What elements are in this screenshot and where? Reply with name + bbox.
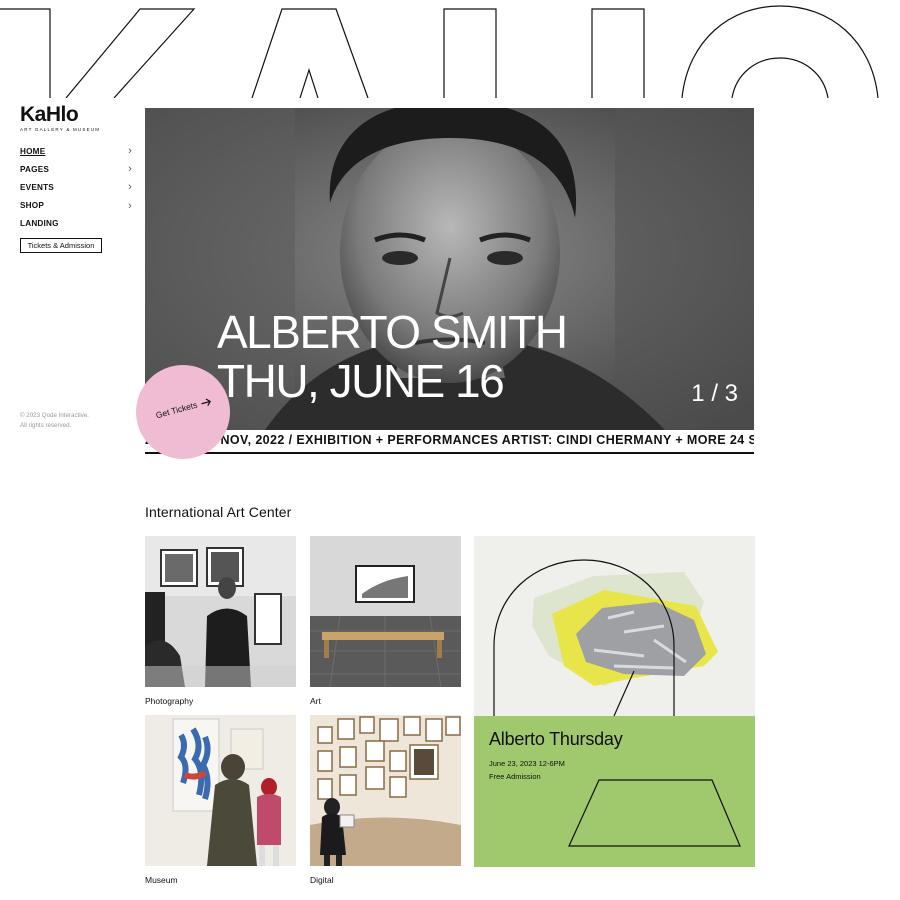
featured-event-title: Alberto Thursday (489, 729, 623, 749)
card-caption: Digital (310, 875, 334, 885)
get-tickets-label: Get Tickets (154, 399, 199, 421)
hero-slider[interactable]: ALBERTO SMITH THU, JUNE 16 1 / 3 (145, 108, 754, 430)
card-image (310, 715, 461, 866)
ticker-text: 24 SEP - 04 NOV, 2022 / EXHIBITION + PER… (145, 433, 754, 447)
nav-item-pages[interactable]: PAGES › (20, 160, 132, 178)
nav-item-home[interactable]: HOME › (20, 142, 132, 160)
featured-event-date: June 23, 2023 12-6PM (489, 759, 565, 768)
chevron-right-icon: › (128, 199, 132, 212)
featured-event-admission: Free Admission (489, 772, 541, 781)
nav-item-label: SHOP (20, 201, 45, 211)
category-card-museum[interactable]: Museum (145, 715, 296, 885)
category-card-art[interactable]: Art (310, 536, 461, 706)
nav-item-label: PAGES (20, 164, 50, 174)
section-title: International Art Center (145, 504, 292, 520)
tickets-admission-button[interactable]: Tickets & Admission (20, 238, 102, 253)
category-card-photography[interactable]: Photography (145, 536, 296, 706)
arrow-right-icon (200, 398, 211, 406)
nav-item-shop[interactable]: SHOP › (20, 197, 132, 215)
copyright: © 2023 Qode Interactive. All rights rese… (20, 411, 130, 430)
category-card-digital[interactable]: Digital (310, 715, 461, 885)
card-image (310, 536, 461, 687)
hero-title-line: THU, JUNE 16 (217, 355, 505, 407)
card-image (145, 536, 296, 687)
chevron-right-icon: › (128, 145, 132, 158)
hero-title-line: ALBERTO SMITH (217, 306, 568, 358)
copyright-line: All rights reserved. (20, 421, 72, 429)
event-ticker: 24 SEP - 04 NOV, 2022 / EXHIBITION + PER… (145, 430, 754, 454)
card-caption: Museum (145, 875, 178, 885)
hero-title: ALBERTO SMITH THU, JUNE 16 (217, 306, 568, 407)
nav-item-label: LANDING (20, 219, 59, 229)
card-caption: Art (310, 696, 321, 706)
background-word (0, 0, 900, 98)
site-logo[interactable]: KaHlo Art Gallery & Museum (20, 103, 101, 133)
featured-event-card[interactable]: Alberto Thursday June 23, 2023 12-6PM Fr… (474, 536, 755, 867)
logo-text: KaHlo (20, 103, 79, 126)
nav-item-label: HOME (20, 146, 46, 156)
chevron-right-icon: › (128, 181, 132, 194)
get-tickets-button[interactable]: Get Tickets (136, 365, 230, 459)
main-nav: HOME › PAGES › EVENTS › SHOP › LANDING (20, 142, 132, 233)
nav-item-landing[interactable]: LANDING (20, 215, 132, 233)
slide-counter: 1 / 3 (691, 380, 738, 407)
arch-line-decoration (493, 559, 741, 847)
nav-item-events[interactable]: EVENTS › (20, 178, 132, 196)
card-caption: Photography (145, 696, 194, 706)
nav-item-label: EVENTS (20, 182, 54, 192)
card-image (145, 715, 296, 866)
copyright-line: © 2023 Qode Interactive. (20, 412, 89, 419)
chevron-right-icon: › (128, 163, 132, 176)
logo-tagline: Art Gallery & Museum (20, 127, 101, 132)
